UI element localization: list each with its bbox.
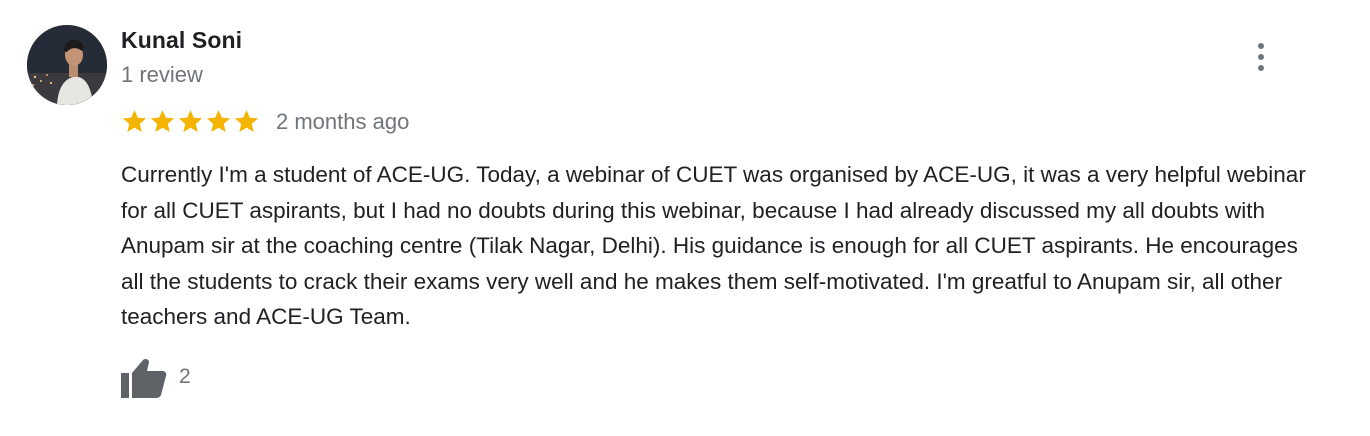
thumbs-up-icon bbox=[121, 358, 167, 398]
review-count: 1 review bbox=[121, 62, 203, 87]
like-button[interactable]: 2 bbox=[121, 356, 191, 398]
profile-photo-icon bbox=[27, 25, 107, 105]
more-vert-icon bbox=[1258, 43, 1264, 49]
rating-row: 2 months ago bbox=[121, 108, 409, 135]
reviewer-name[interactable]: Kunal Soni bbox=[121, 27, 242, 54]
star-icon bbox=[234, 110, 259, 132]
review-age: 2 months ago bbox=[276, 108, 410, 134]
star-icon bbox=[122, 110, 147, 132]
star-icon bbox=[150, 110, 175, 132]
star-icon bbox=[178, 110, 203, 132]
more-options-button[interactable] bbox=[1246, 40, 1276, 74]
avatar[interactable] bbox=[27, 25, 107, 105]
star-rating bbox=[121, 108, 260, 135]
like-count: 2 bbox=[179, 365, 191, 388]
review-text: Currently I'm a student of ACE-UG. Today… bbox=[121, 162, 1306, 330]
star-icon bbox=[206, 110, 231, 132]
